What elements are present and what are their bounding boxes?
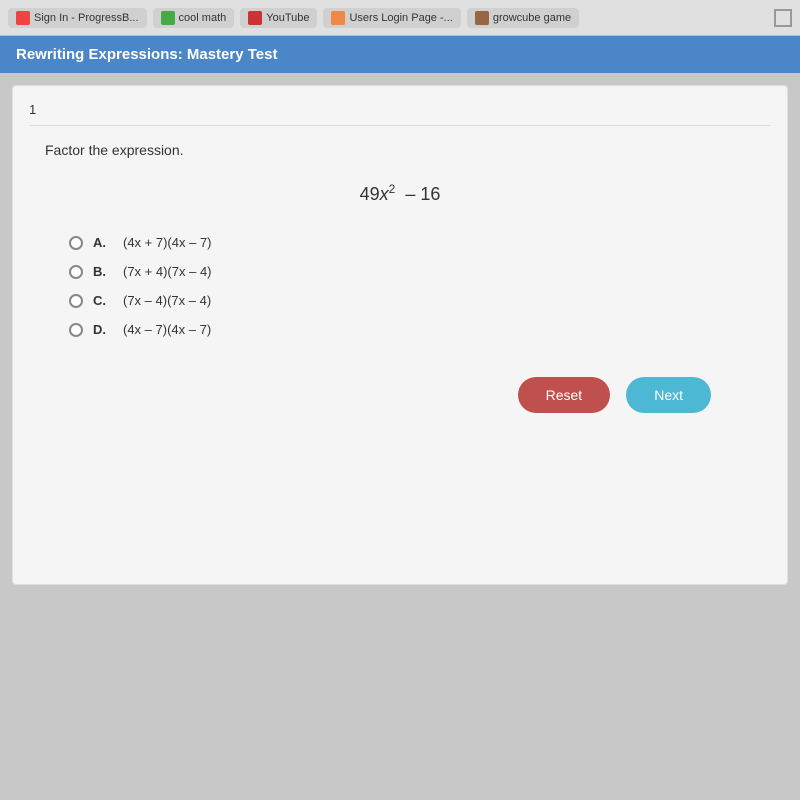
choice-a-label: A.: [93, 235, 113, 250]
choice-c[interactable]: C. (7x – 4)(7x – 4): [69, 293, 771, 308]
tab-users-login[interactable]: Users Login Page -...: [323, 8, 460, 28]
buttons-row: Reset Next: [29, 377, 771, 413]
math-expression: 49x2 – 16: [360, 184, 441, 204]
choice-d[interactable]: D. (4x – 7)(4x – 7): [69, 322, 771, 337]
choice-b-text: (7x + 4)(7x – 4): [123, 264, 212, 279]
cool-math-icon: [161, 11, 175, 25]
tab-youtube[interactable]: YouTube: [240, 8, 317, 28]
choice-c-text: (7x – 4)(7x – 4): [123, 293, 211, 308]
radio-a[interactable]: [69, 236, 83, 250]
question-prompt: Factor the expression.: [45, 142, 771, 158]
choice-b-label: B.: [93, 264, 113, 279]
page-title: Rewriting Expressions: Mastery Test: [16, 46, 277, 63]
choice-d-text: (4x – 7)(4x – 7): [123, 322, 211, 337]
page-header: Rewriting Expressions: Mastery Test: [0, 36, 800, 73]
youtube-icon: [248, 11, 262, 25]
tab-growcube-label: growcube game: [493, 12, 571, 24]
tab-sign-in-label: Sign In - ProgressB...: [34, 12, 139, 24]
tab-cool-math-label: cool math: [179, 12, 227, 24]
next-button[interactable]: Next: [626, 377, 711, 413]
answer-choices: A. (4x + 7)(4x – 7) B. (7x + 4)(7x – 4) …: [69, 235, 771, 337]
radio-b[interactable]: [69, 265, 83, 279]
users-login-icon: [331, 11, 345, 25]
tab-cool-math[interactable]: cool math: [153, 8, 235, 28]
browser-toolbar: Sign In - ProgressB... cool math YouTube…: [0, 0, 800, 36]
growcube-icon: [475, 11, 489, 25]
reset-button[interactable]: Reset: [518, 377, 611, 413]
tab-users-login-label: Users Login Page -...: [349, 12, 452, 24]
choice-a-text: (4x + 7)(4x – 7): [123, 235, 212, 250]
sign-in-icon: [16, 11, 30, 25]
tab-sign-in[interactable]: Sign In - ProgressB...: [8, 8, 147, 28]
choice-d-label: D.: [93, 322, 113, 337]
choice-b[interactable]: B. (7x + 4)(7x – 4): [69, 264, 771, 279]
radio-d[interactable]: [69, 323, 83, 337]
browser-end-box: [774, 9, 792, 27]
main-content: 1 Factor the expression. 49x2 – 16 A. (4…: [12, 85, 788, 585]
tab-growcube[interactable]: growcube game: [467, 8, 579, 28]
question-number: 1: [29, 102, 771, 126]
choice-a[interactable]: A. (4x + 7)(4x – 7): [69, 235, 771, 250]
expression-container: 49x2 – 16: [29, 182, 771, 205]
radio-c[interactable]: [69, 294, 83, 308]
choice-c-label: C.: [93, 293, 113, 308]
tab-youtube-label: YouTube: [266, 12, 309, 24]
